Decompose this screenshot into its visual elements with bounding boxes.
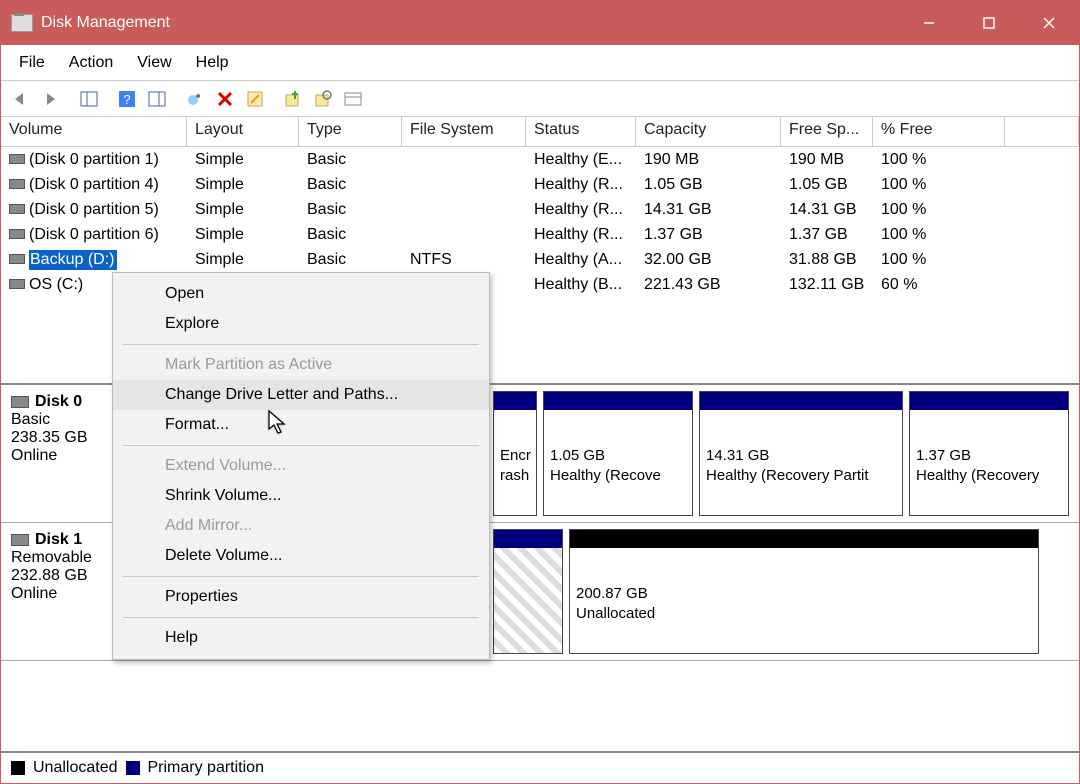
ctx-format[interactable]: Format... xyxy=(113,410,489,440)
ctx-separator xyxy=(123,445,479,446)
status-bar: Unallocated Primary partition xyxy=(1,751,1079,783)
table-row[interactable]: (Disk 0 partition 5)SimpleBasicHealthy (… xyxy=(1,197,1079,222)
col-layout[interactable]: Layout xyxy=(187,117,299,146)
partition[interactable]: 200.87 GBUnallocated xyxy=(569,529,1039,654)
col-status[interactable]: Status xyxy=(526,117,636,146)
disk-icon xyxy=(11,534,29,546)
table-row[interactable]: (Disk 0 partition 1)SimpleBasicHealthy (… xyxy=(1,147,1079,172)
ctx-change-drive-letter[interactable]: Change Drive Letter and Paths... xyxy=(113,380,489,410)
disk-icon xyxy=(11,396,29,408)
ctx-shrink-volume[interactable]: Shrink Volume... xyxy=(113,481,489,511)
settings-button[interactable] xyxy=(339,85,367,113)
partition[interactable]: 1.05 GBHealthy (Recove xyxy=(543,391,693,516)
titlebar: Disk Management xyxy=(1,1,1079,45)
ctx-separator xyxy=(123,344,479,345)
ctx-explore[interactable]: Explore xyxy=(113,309,489,339)
help-icon[interactable]: ? xyxy=(113,85,141,113)
window: Disk Management File Action View Help ? … xyxy=(0,0,1080,784)
legend-unallocated: Unallocated xyxy=(33,759,118,777)
maximize-button[interactable] xyxy=(959,1,1019,45)
partition[interactable]: Encrrash xyxy=(493,391,537,516)
refresh-button[interactable] xyxy=(181,85,209,113)
partition[interactable] xyxy=(493,529,563,654)
ctx-help[interactable]: Help xyxy=(113,623,489,653)
svg-text:?: ? xyxy=(123,92,130,107)
minimize-button[interactable] xyxy=(899,1,959,45)
table-row[interactable]: (Disk 0 partition 6)SimpleBasicHealthy (… xyxy=(1,222,1079,247)
menu-action[interactable]: Action xyxy=(57,50,125,76)
ctx-properties[interactable]: Properties xyxy=(113,582,489,612)
back-button[interactable] xyxy=(7,85,35,113)
table-row[interactable]: (Disk 0 partition 4)SimpleBasicHealthy (… xyxy=(1,172,1079,197)
show-hide-console-tree-button[interactable] xyxy=(75,85,103,113)
properties-button[interactable] xyxy=(241,85,269,113)
forward-button[interactable] xyxy=(37,85,65,113)
col-type[interactable]: Type xyxy=(299,117,402,146)
ctx-separator xyxy=(123,576,479,577)
partition[interactable]: 1.37 GBHealthy (Recovery xyxy=(909,391,1069,516)
show-hide-action-pane-button[interactable] xyxy=(143,85,171,113)
col-capacity[interactable]: Capacity xyxy=(636,117,781,146)
attach-vhd-button[interactable] xyxy=(309,85,337,113)
ctx-mark-partition-active: Mark Partition as Active xyxy=(113,350,489,380)
ctx-delete-volume[interactable]: Delete Volume... xyxy=(113,541,489,571)
col-free-space[interactable]: Free Sp... xyxy=(781,117,873,146)
legend-swatch-unallocated xyxy=(11,761,25,775)
app-icon xyxy=(11,14,33,32)
menubar: File Action View Help xyxy=(1,45,1079,81)
toolbar: ? xyxy=(1,81,1079,117)
table-row[interactable]: Backup (D:)SimpleBasicNTFSHealthy (A...3… xyxy=(1,247,1079,272)
disk-1-name: Disk 1 xyxy=(35,531,82,548)
delete-icon[interactable] xyxy=(211,85,239,113)
ctx-extend-volume: Extend Volume... xyxy=(113,451,489,481)
close-button[interactable] xyxy=(1019,1,1079,45)
partition[interactable]: 14.31 GBHealthy (Recovery Partit xyxy=(699,391,903,516)
ctx-add-mirror: Add Mirror... xyxy=(113,511,489,541)
col-pct-free[interactable]: % Free xyxy=(873,117,1005,146)
legend-primary: Primary partition xyxy=(148,759,264,777)
context-menu: Open Explore Mark Partition as Active Ch… xyxy=(112,272,490,660)
window-title: Disk Management xyxy=(41,14,899,32)
menu-view[interactable]: View xyxy=(125,50,183,76)
ctx-open[interactable]: Open xyxy=(113,279,489,309)
col-volume[interactable]: Volume xyxy=(1,117,187,146)
ctx-separator xyxy=(123,617,479,618)
create-vhd-button[interactable] xyxy=(279,85,307,113)
col-file-system[interactable]: File System xyxy=(402,117,526,146)
volume-list-header: Volume Layout Type File System Status Ca… xyxy=(1,117,1079,147)
disk-0-name: Disk 0 xyxy=(35,393,82,410)
menu-help[interactable]: Help xyxy=(184,50,241,76)
menu-file[interactable]: File xyxy=(7,50,57,76)
col-spacer xyxy=(1005,117,1079,146)
legend-swatch-primary xyxy=(126,761,140,775)
